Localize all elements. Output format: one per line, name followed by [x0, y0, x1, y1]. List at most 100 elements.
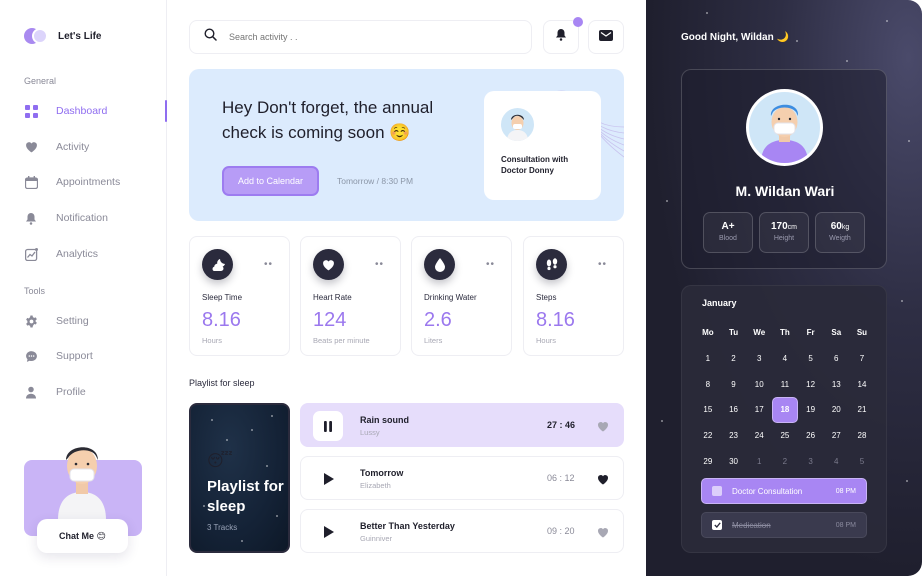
sidebar-item-dashboard[interactable]: Dashboard — [24, 100, 167, 122]
more-icon[interactable]: •• — [375, 259, 384, 270]
cloud-moon-icon — [202, 249, 233, 280]
calendar-day[interactable]: 23 — [721, 423, 747, 449]
checkbox-checked[interactable] — [712, 520, 722, 530]
calendar-day[interactable]: 2 — [721, 346, 747, 372]
heart-icon[interactable] — [597, 525, 609, 543]
more-icon[interactable]: •• — [264, 259, 273, 270]
user-icon — [24, 385, 38, 399]
calendar-day[interactable]: 28 — [849, 423, 875, 449]
stat-unit: Hours — [536, 336, 557, 345]
consultation-card[interactable]: Consultation with Doctor Donny — [484, 91, 601, 200]
add-to-calendar-button[interactable]: Add to Calendar — [222, 166, 319, 196]
sidebar-item-profile[interactable]: Profile — [24, 381, 167, 403]
calendar-day[interactable]: 16 — [721, 397, 747, 423]
chat-me-button[interactable]: Chat Me 😊 — [37, 519, 128, 553]
metric-label: Weigth — [829, 235, 851, 242]
calendar-day[interactable]: 15 — [695, 397, 721, 423]
play-button[interactable] — [313, 464, 343, 494]
calendar-day[interactable]: 13 — [823, 371, 849, 397]
calendar-day[interactable]: 21 — [849, 397, 875, 423]
sidebar-item-label: Dashboard — [56, 105, 108, 117]
calendar-day[interactable]: 30 — [721, 448, 747, 474]
calendar-day[interactable]: 7 — [849, 346, 875, 372]
playlist-section-label: Playlist for sleep — [189, 378, 255, 388]
calendar-day[interactable]: 5 — [798, 346, 824, 372]
notification-dot — [573, 17, 583, 27]
notification-button[interactable] — [543, 17, 583, 54]
calendar-day[interactable]: 5 — [849, 448, 875, 474]
calendar-day[interactable]: 3 — [798, 448, 824, 474]
todo-doctor-consultation[interactable]: Doctor Consultation 08 PM — [701, 478, 867, 504]
stat-card-heart-rate[interactable]: •• Heart Rate 124 Beats per minute — [300, 236, 401, 356]
calendar-day[interactable]: 6 — [823, 346, 849, 372]
stat-card-water[interactable]: •• Drinking Water 2.6 Liters — [411, 236, 512, 356]
calendar-day[interactable]: 9 — [721, 371, 747, 397]
metric-blood: A+ Blood — [703, 212, 753, 253]
calendar-day[interactable]: 22 — [695, 423, 721, 449]
sidebar-item-notification[interactable]: Notification — [24, 207, 167, 229]
stat-unit: Beats per minute — [313, 336, 370, 345]
calendar-day[interactable]: 26 — [798, 423, 824, 449]
calendar-day[interactable]: 11 — [772, 371, 798, 397]
calendar-day[interactable]: 19 — [798, 397, 824, 423]
sidebar-item-analytics[interactable]: Analytics — [24, 243, 167, 265]
play-icon — [323, 526, 334, 538]
calendar-day[interactable]: 1 — [746, 448, 772, 474]
todo-medication[interactable]: Medication 08 PM — [701, 512, 867, 538]
calendar-day[interactable]: 18 — [772, 397, 798, 423]
calendar-day[interactable]: 14 — [849, 371, 875, 397]
banner-title: Hey Don't forget, the annual check is co… — [222, 98, 434, 142]
stat-label: Steps — [536, 293, 557, 302]
greeting: Good Night, Wildan 🌙 — [681, 32, 789, 43]
bell-icon — [555, 28, 567, 46]
profile-panel: Good Night, Wildan 🌙 M. Wildan Wari A+ B… — [646, 0, 922, 576]
metric-value: 170 — [770, 221, 788, 232]
calendar-day[interactable]: 3 — [746, 346, 772, 372]
calendar-day[interactable]: 8 — [695, 371, 721, 397]
track-name: Rain sound — [360, 415, 409, 425]
mail-button[interactable] — [588, 20, 624, 54]
track-row[interactable]: Better Than Yesterday Guinniver 09 : 20 — [300, 509, 624, 553]
sidebar-item-activity[interactable]: Activity — [24, 136, 167, 158]
sidebar-item-appointments[interactable]: Appointments — [24, 171, 167, 193]
heart-icon[interactable] — [597, 472, 609, 490]
calendar-day[interactable]: 24 — [746, 423, 772, 449]
playlist-card[interactable]: 😴 Playlist for sleep 3 Tracks — [189, 403, 290, 553]
stat-card-sleep[interactable]: •• Sleep Time 8.16 Hours — [189, 236, 290, 356]
gear-icon — [24, 314, 38, 328]
chart-icon — [24, 247, 38, 261]
weekday-header: Mo — [702, 328, 714, 338]
calendar-day[interactable]: 17 — [746, 397, 772, 423]
search-bar[interactable] — [189, 20, 532, 54]
track-row[interactable]: Rain sound Lussy 27 : 46 — [300, 403, 624, 447]
sidebar-item-setting[interactable]: Setting — [24, 310, 167, 332]
user-avatar[interactable] — [746, 89, 823, 166]
calendar-day[interactable]: 4 — [823, 448, 849, 474]
calendar-day[interactable]: 20 — [823, 397, 849, 423]
calendar-day[interactable]: 10 — [746, 371, 772, 397]
play-button[interactable] — [313, 517, 343, 547]
more-icon[interactable]: •• — [486, 259, 495, 270]
assistant-avatar — [58, 447, 106, 520]
calendar-day[interactable]: 29 — [695, 448, 721, 474]
more-icon[interactable]: •• — [598, 259, 607, 270]
pause-button[interactable] — [313, 411, 343, 441]
metric-height: 170cm Height — [759, 212, 809, 253]
calendar-day[interactable]: 1 — [695, 346, 721, 372]
calendar-day[interactable]: 27 — [823, 423, 849, 449]
search-input[interactable] — [229, 32, 479, 42]
calendar-day[interactable]: 12 — [798, 371, 824, 397]
profile-name: M. Wildan Wari — [735, 183, 835, 199]
logo[interactable]: Let's Life — [24, 28, 102, 44]
calendar-day[interactable]: 25 — [772, 423, 798, 449]
track-artist: Guinniver — [360, 534, 393, 543]
calendar-day[interactable]: 2 — [772, 448, 798, 474]
sidebar-item-support[interactable]: Support — [24, 345, 167, 367]
checkbox[interactable] — [712, 486, 722, 496]
heart-icon — [313, 249, 344, 280]
track-row[interactable]: Tomorrow Elizabeth 06 : 12 — [300, 456, 624, 500]
calendar-day[interactable]: 4 — [772, 346, 798, 372]
stat-card-steps[interactable]: •• Steps 8.16 Hours — [523, 236, 624, 356]
heart-icon[interactable] — [597, 419, 609, 437]
track-duration: 27 : 46 — [547, 420, 576, 430]
